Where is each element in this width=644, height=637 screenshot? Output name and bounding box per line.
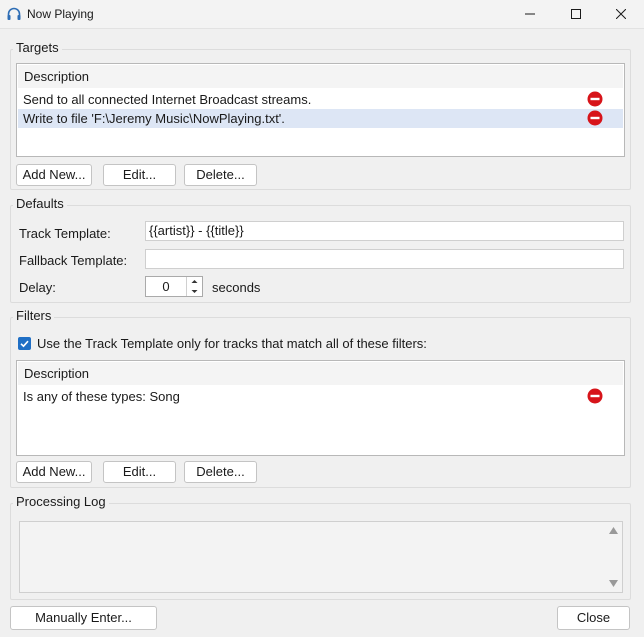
chevron-up-icon[interactable] bbox=[187, 277, 202, 286]
targets-add-new-button[interactable]: Add New... bbox=[16, 164, 92, 186]
maximize-icon bbox=[571, 9, 581, 19]
filters-legend: Filters bbox=[13, 308, 55, 324]
filters-column-header[interactable]: Description bbox=[18, 362, 623, 385]
title-bar: Now Playing bbox=[0, 0, 644, 29]
defaults-group: Defaults Track Template: {{artist}} - {{… bbox=[10, 196, 631, 303]
checkmark-icon bbox=[20, 340, 29, 348]
filters-list[interactable]: Description Is any of these types: Song bbox=[16, 360, 625, 456]
processing-log-area[interactable] bbox=[19, 521, 623, 593]
targets-edit-button[interactable]: Edit... bbox=[103, 164, 176, 186]
headphones-icon bbox=[7, 7, 21, 20]
delay-label: Delay: bbox=[19, 280, 56, 295]
defaults-legend: Defaults bbox=[13, 196, 67, 212]
filter-checkbox-label[interactable]: Use the Track Template only for tracks t… bbox=[37, 336, 427, 351]
fallback-template-input[interactable] bbox=[145, 249, 624, 269]
list-item-text: Is any of these types: Song bbox=[23, 389, 180, 404]
column-header-description: Description bbox=[24, 69, 90, 84]
filters-edit-button[interactable]: Edit... bbox=[103, 461, 176, 483]
filters-add-new-button[interactable]: Add New... bbox=[16, 461, 92, 483]
list-item[interactable]: Write to file 'F:\Jeremy Music\NowPlayin… bbox=[18, 109, 623, 128]
scroll-up-icon[interactable] bbox=[609, 527, 618, 534]
window-title: Now Playing bbox=[27, 7, 94, 21]
filter-checkbox[interactable] bbox=[18, 337, 31, 350]
remove-icon[interactable] bbox=[587, 91, 603, 107]
targets-delete-button[interactable]: Delete... bbox=[184, 164, 257, 186]
remove-icon[interactable] bbox=[587, 110, 603, 126]
close-window-button[interactable] bbox=[598, 0, 644, 28]
fallback-template-label: Fallback Template: bbox=[19, 253, 128, 268]
remove-icon[interactable] bbox=[587, 388, 603, 404]
list-item[interactable]: Send to all connected Internet Broadcast… bbox=[18, 90, 623, 109]
filters-group: Filters Use the Track Template only for … bbox=[10, 308, 631, 488]
filters-delete-button[interactable]: Delete... bbox=[184, 461, 257, 483]
track-template-label: Track Template: bbox=[19, 226, 111, 241]
processing-log-group: Processing Log bbox=[10, 494, 631, 600]
chevron-down-icon[interactable] bbox=[187, 287, 202, 296]
log-scrollbar[interactable] bbox=[605, 522, 622, 592]
close-icon bbox=[616, 9, 626, 19]
processing-log-legend: Processing Log bbox=[13, 494, 109, 510]
list-item-text: Write to file 'F:\Jeremy Music\NowPlayin… bbox=[23, 111, 285, 126]
close-button[interactable]: Close bbox=[557, 606, 630, 630]
track-template-input[interactable]: {{artist}} - {{title}} bbox=[145, 221, 624, 241]
minimize-icon bbox=[525, 13, 535, 15]
targets-legend: Targets bbox=[13, 40, 62, 56]
delay-stepper[interactable]: 0 bbox=[145, 276, 203, 297]
targets-column-header[interactable]: Description bbox=[18, 65, 623, 88]
scroll-down-icon[interactable] bbox=[609, 580, 618, 587]
list-item[interactable]: Is any of these types: Song bbox=[18, 387, 623, 406]
delay-value: 0 bbox=[162, 279, 170, 294]
manually-enter-button[interactable]: Manually Enter... bbox=[10, 606, 157, 630]
targets-list[interactable]: Description Send to all connected Intern… bbox=[16, 63, 625, 157]
column-header-description: Description bbox=[24, 366, 90, 381]
maximize-button[interactable] bbox=[553, 0, 599, 28]
stepper-arrows bbox=[186, 277, 202, 296]
list-item-text: Send to all connected Internet Broadcast… bbox=[23, 92, 312, 107]
minimize-button[interactable] bbox=[507, 0, 553, 28]
delay-unit-label: seconds bbox=[212, 280, 261, 295]
targets-group: Targets Description Send to all connecte… bbox=[10, 40, 631, 190]
